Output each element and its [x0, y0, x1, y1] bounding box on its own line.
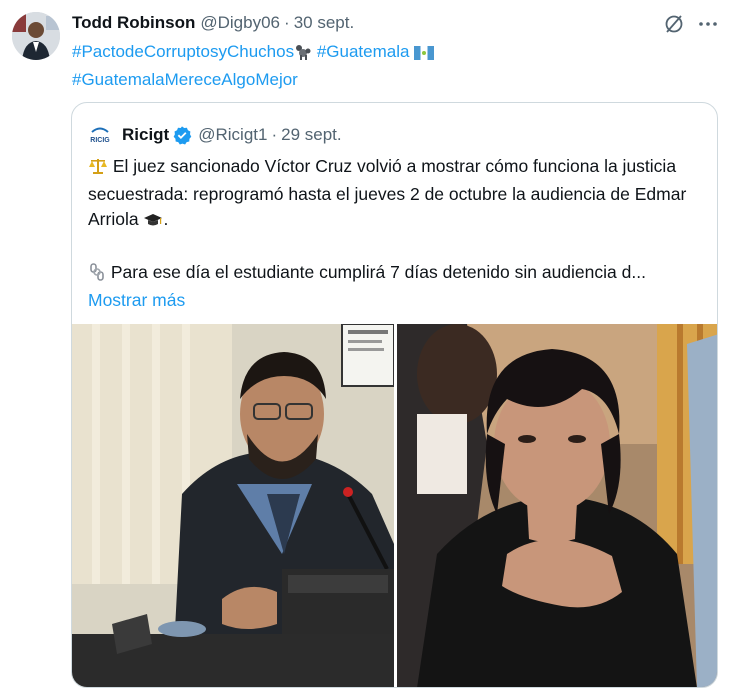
quoted-tweet[interactable]: RICIG Ricigt @Ricigt1 · 29 sept. El juez… [71, 102, 718, 688]
grok-icon[interactable] [662, 12, 686, 36]
quote-text: El juez sancionado Víctor Cruz volvió a … [88, 154, 708, 313]
quote-date[interactable]: 29 sept. [281, 125, 342, 145]
quote-line-1-end: . [163, 209, 169, 229]
verified-icon [173, 126, 192, 145]
author-name[interactable]: Todd Robinson [72, 13, 195, 33]
quote-author-name[interactable]: Ricigt [122, 125, 169, 145]
separator: · [271, 125, 278, 144]
svg-text:RICIG: RICIG [90, 137, 110, 144]
photo-left[interactable] [72, 324, 394, 688]
graduation-cap-icon [143, 210, 163, 235]
separator: · [284, 13, 290, 32]
balance-scale-icon [88, 157, 108, 182]
hashtag-link[interactable]: #GuatemalaMereceAlgoMejor [72, 70, 298, 89]
hashtag-link[interactable]: #Guatemala [317, 42, 410, 61]
ricig-logo[interactable]: RICIG [88, 123, 112, 147]
tweet-header: Todd Robinson @Digby06 · 30 sept. [72, 12, 354, 34]
author-avatar[interactable] [12, 12, 60, 60]
quote-line-1: El juez sancionado Víctor Cruz volvió a … [88, 156, 687, 229]
tweet-text: #PactodeCorruptosyChuchos #Guatemala #Gu… [72, 39, 692, 92]
hashtag-link[interactable]: #PactodeCorruptosyChuchos [72, 42, 294, 61]
more-icon[interactable] [696, 12, 720, 36]
quote-line-2: Para ese día el estudiante cumplirá 7 dí… [110, 262, 646, 282]
quote-author-handle[interactable]: @Ricigt1 [198, 125, 267, 145]
flag-guatemala-icon [414, 42, 435, 67]
quote-header: RICIG Ricigt @Ricigt1 · 29 sept. [88, 123, 342, 147]
quote-media [72, 324, 718, 688]
author-handle[interactable]: @Digby06 [200, 13, 280, 33]
tweet-date[interactable]: 30 sept. [294, 13, 355, 33]
poodle-icon [294, 42, 312, 67]
photo-right[interactable] [397, 324, 718, 688]
chains-icon [88, 263, 106, 288]
show-more-link[interactable]: Mostrar más [88, 290, 185, 310]
